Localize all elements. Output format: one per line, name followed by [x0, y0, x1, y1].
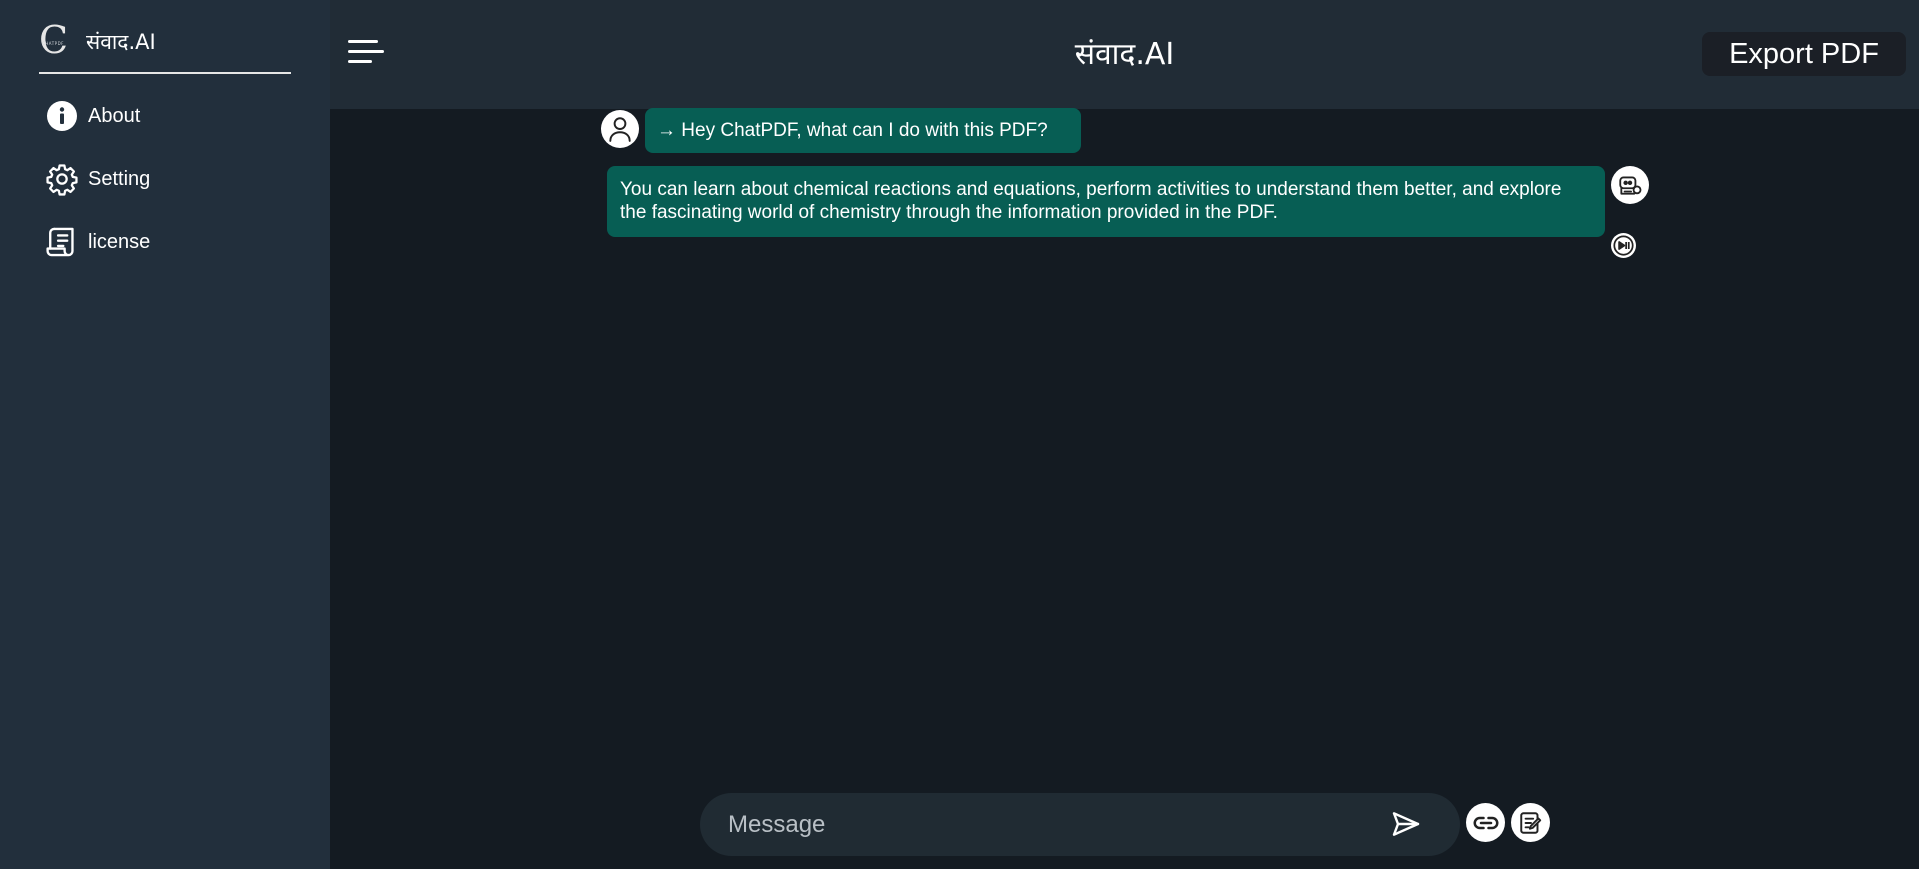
- sidebar-item-license[interactable]: license: [45, 222, 150, 262]
- logo-letter: C: [39, 18, 69, 62]
- top-header: संवाद.AI Export PDF: [330, 0, 1919, 109]
- sidebar-item-setting[interactable]: Setting: [45, 159, 150, 199]
- sidebar-nav: About Setting license: [45, 96, 150, 285]
- link-icon[interactable]: [1466, 803, 1505, 842]
- page-title: संवाद.AI: [1074, 37, 1175, 72]
- sidebar-item-about[interactable]: About: [45, 96, 150, 136]
- send-icon[interactable]: [1390, 808, 1424, 842]
- brand: C CHATPDF संवाद.AI: [39, 18, 291, 74]
- gear-icon: [45, 162, 79, 196]
- brand-name: संवाद.AI: [86, 30, 156, 54]
- edit-note-icon[interactable]: [1511, 803, 1550, 842]
- logo-text: CHATPDF: [42, 41, 64, 46]
- user-avatar-icon: [601, 110, 639, 148]
- message-input[interactable]: [728, 807, 1368, 843]
- info-icon: [45, 99, 79, 133]
- export-pdf-button[interactable]: Export PDF: [1702, 32, 1906, 76]
- user-message: → Hey ChatPDF, what can I do with this P…: [645, 108, 1081, 153]
- sidebar-item-label: About: [88, 104, 141, 127]
- sidebar: C CHATPDF संवाद.AI About Setting license: [0, 0, 330, 869]
- sidebar-item-label: Setting: [88, 167, 151, 190]
- message-composer: [700, 793, 1460, 856]
- play-pause-icon[interactable]: [1611, 233, 1636, 258]
- sidebar-item-label: license: [88, 230, 151, 253]
- brand-logo: C CHATPDF: [39, 18, 73, 62]
- bot-avatar-icon: [1611, 166, 1649, 204]
- document-icon: [45, 225, 79, 259]
- bot-message: You can learn about chemical reactions a…: [607, 166, 1605, 237]
- hamburger-icon[interactable]: [348, 40, 386, 64]
